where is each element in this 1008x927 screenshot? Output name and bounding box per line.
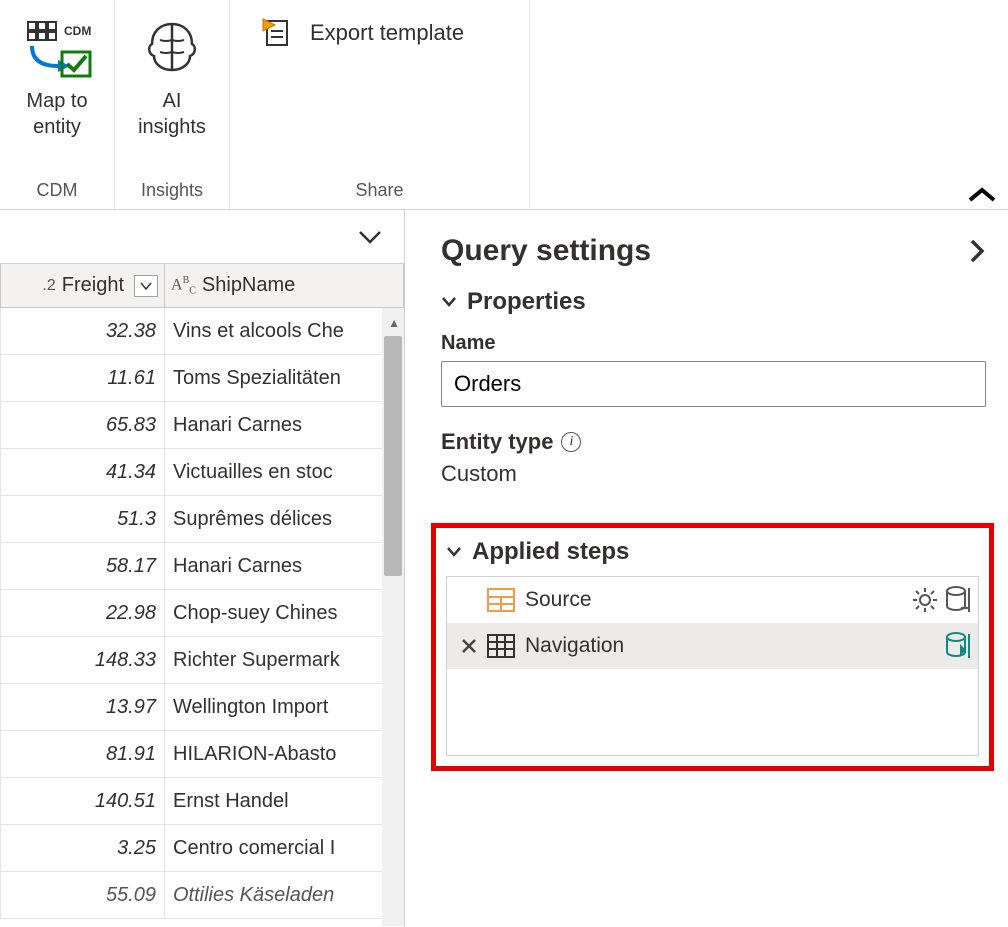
- applied-steps-highlight: Applied steps ✕ S: [431, 523, 994, 771]
- applied-steps-list: ✕ Source: [446, 576, 979, 756]
- query-settings-title: Query settings: [441, 234, 651, 268]
- cell-freight[interactable]: 58.17: [0, 543, 165, 589]
- cell-freight[interactable]: 55.09: [0, 872, 165, 918]
- vertical-scrollbar[interactable]: ▲: [382, 308, 404, 926]
- step-label: Navigation: [519, 634, 944, 658]
- ribbon: CDM Map to entity CDM: [0, 0, 1008, 210]
- table-row[interactable]: 55.09Ottilies Käseladen: [0, 872, 404, 919]
- cell-shipname[interactable]: Vins et alcools Che: [165, 308, 404, 354]
- ribbon-collapse-chevron-icon[interactable]: [968, 186, 996, 204]
- properties-section-header[interactable]: Properties: [441, 288, 986, 316]
- cell-freight[interactable]: 51.3: [0, 496, 165, 542]
- settings-expand-arrow-icon[interactable]: [968, 237, 986, 265]
- cell-freight[interactable]: 13.97: [0, 684, 165, 730]
- table-row[interactable]: 3.25Centro comercial I: [0, 825, 404, 872]
- table-row[interactable]: 41.34Victuailles en stoc: [0, 449, 404, 496]
- properties-label: Properties: [467, 288, 586, 316]
- table-row[interactable]: 65.83Hanari Carnes: [0, 402, 404, 449]
- cell-freight[interactable]: 3.25: [0, 825, 165, 871]
- cell-shipname[interactable]: Wellington Import: [165, 684, 404, 730]
- cell-shipname[interactable]: Chop-suey Chines: [165, 590, 404, 636]
- cell-shipname[interactable]: Richter Supermark: [165, 637, 404, 683]
- data-grid-area: .2 Freight ABC ShipName 32.38Vins et alc…: [0, 210, 405, 927]
- formula-bar[interactable]: [0, 210, 404, 264]
- cell-freight[interactable]: 81.91: [0, 731, 165, 777]
- cell-freight[interactable]: 65.83: [0, 402, 165, 448]
- export-template-icon: [260, 16, 294, 50]
- grid-header: .2 Freight ABC ShipName: [0, 264, 404, 308]
- info-icon[interactable]: i: [561, 432, 581, 452]
- cell-shipname[interactable]: Ernst Handel: [165, 778, 404, 824]
- cell-shipname[interactable]: Toms Spezialitäten: [165, 355, 404, 401]
- ribbon-group-share: Export template Share: [230, 0, 530, 209]
- column-header-freight-label: Freight: [62, 274, 124, 297]
- table-row[interactable]: 58.17Hanari Carnes: [0, 543, 404, 590]
- map-to-entity-button[interactable]: CDM Map to entity: [12, 8, 102, 174]
- grid-body[interactable]: 32.38Vins et alcools Che11.61Toms Spezia…: [0, 308, 404, 927]
- table-row[interactable]: 32.38Vins et alcools Che: [0, 308, 404, 355]
- ribbon-group-label-cdm: CDM: [37, 174, 78, 209]
- column-filter-freight[interactable]: [134, 275, 158, 297]
- ai-insights-button[interactable]: AI insights: [127, 8, 217, 174]
- cell-shipname[interactable]: Suprêmes délices: [165, 496, 404, 542]
- formula-bar-chevron-icon[interactable]: [356, 228, 384, 246]
- scroll-up-icon[interactable]: ▲: [388, 316, 400, 330]
- brain-icon: [137, 8, 207, 88]
- table-row[interactable]: 13.97Wellington Import: [0, 684, 404, 731]
- entity-type-label: Entity type: [441, 429, 553, 455]
- step-row-navigation[interactable]: Navigation: [447, 623, 978, 669]
- main-area: .2 Freight ABC ShipName 32.38Vins et alc…: [0, 210, 1008, 927]
- table-row[interactable]: 51.3Suprêmes délices: [0, 496, 404, 543]
- export-template-label: Export template: [310, 20, 464, 46]
- cell-freight[interactable]: 32.38: [0, 308, 165, 354]
- chevron-down-icon: [441, 296, 457, 308]
- applied-steps-label: Applied steps: [472, 538, 629, 566]
- map-to-entity-label: Map to entity: [26, 88, 87, 140]
- cell-shipname[interactable]: Victuailles en stoc: [165, 449, 404, 495]
- query-name-input[interactable]: [441, 361, 986, 407]
- cell-shipname[interactable]: Hanari Carnes: [165, 402, 404, 448]
- applied-steps-section-header[interactable]: Applied steps: [446, 538, 979, 566]
- column-header-freight[interactable]: .2 Freight: [0, 264, 165, 307]
- table-row[interactable]: 140.51Ernst Handel: [0, 778, 404, 825]
- table-source-icon: [483, 588, 519, 612]
- number-type-icon: .2: [42, 277, 55, 295]
- map-to-entity-icon: CDM: [22, 8, 92, 88]
- table-row[interactable]: 148.33Richter Supermark: [0, 637, 404, 684]
- cell-freight[interactable]: 22.98: [0, 590, 165, 636]
- ribbon-group-cdm: CDM Map to entity CDM: [0, 0, 115, 209]
- table-row[interactable]: 22.98Chop-suey Chines: [0, 590, 404, 637]
- query-settings-panel: Query settings Properties Name Entity ty…: [405, 210, 1008, 927]
- export-template-button[interactable]: Export template: [242, 8, 482, 58]
- step-row-source[interactable]: ✕ Source: [447, 577, 978, 623]
- table-row[interactable]: 11.61Toms Spezialitäten: [0, 355, 404, 402]
- table-row[interactable]: 81.91HILARION-Abasto: [0, 731, 404, 778]
- ribbon-group-insights: AI insights Insights: [115, 0, 230, 209]
- cell-freight[interactable]: 148.33: [0, 637, 165, 683]
- database-refresh-icon[interactable]: [944, 632, 970, 660]
- column-header-shipname[interactable]: ABC ShipName: [165, 264, 404, 307]
- table-icon: [483, 634, 519, 658]
- cell-shipname[interactable]: Centro comercial I: [165, 825, 404, 871]
- cell-shipname[interactable]: Hanari Carnes: [165, 543, 404, 589]
- cell-freight[interactable]: 41.34: [0, 449, 165, 495]
- scrollbar-thumb[interactable]: [384, 336, 402, 576]
- database-icon[interactable]: [944, 586, 970, 614]
- name-field-label: Name: [441, 332, 986, 355]
- text-type-icon: ABC: [171, 275, 196, 297]
- svg-text:CDM: CDM: [64, 24, 91, 38]
- gear-icon[interactable]: [912, 587, 938, 613]
- cell-shipname[interactable]: HILARION-Abasto: [165, 731, 404, 777]
- cell-shipname[interactable]: Ottilies Käseladen: [165, 872, 404, 918]
- cell-freight[interactable]: 11.61: [0, 355, 165, 401]
- column-header-shipname-label: ShipName: [202, 274, 295, 297]
- step-label: Source: [519, 588, 912, 612]
- delete-step-icon[interactable]: [455, 637, 483, 655]
- ribbon-group-label-insights: Insights: [141, 174, 203, 209]
- ai-insights-label: AI insights: [138, 88, 206, 140]
- chevron-down-icon: [446, 546, 462, 558]
- cell-freight[interactable]: 140.51: [0, 778, 165, 824]
- entity-type-value: Custom: [441, 461, 986, 487]
- ribbon-group-label-share: Share: [355, 174, 403, 209]
